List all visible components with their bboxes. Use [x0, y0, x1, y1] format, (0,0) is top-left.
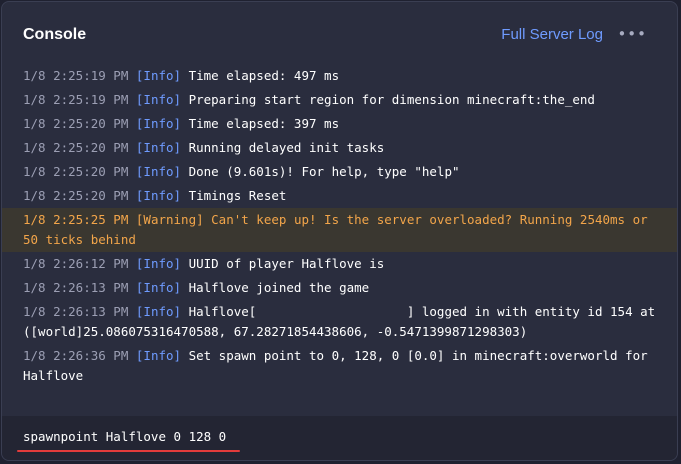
log-level-tag: [Info]: [135, 188, 182, 203]
log-level-tag: [Warning]: [135, 212, 204, 227]
log-line: 1/8 2:25:19 PM [Info] Time elapsed: 497 …: [2, 64, 677, 88]
log-timestamp: 1/8 2:26:12 PM: [23, 256, 129, 271]
log-timestamp: 1/8 2:25:25 PM: [23, 212, 129, 227]
log-timestamp: 1/8 2:26:13 PM: [23, 280, 129, 295]
command-input[interactable]: [23, 429, 643, 444]
log-level-tag: [Info]: [135, 164, 182, 179]
log-message: Running delayed init tasks: [188, 140, 385, 155]
log-level-tag: [Info]: [135, 140, 182, 155]
console-header: Console Full Server Log •••: [2, 2, 677, 64]
console-title: Console: [23, 26, 87, 43]
log-message: Done (9.601s)! For help, type "help": [188, 164, 460, 179]
log-line: 1/8 2:26:13 PM [Info] Halflove joined th…: [2, 276, 677, 300]
full-server-log-link[interactable]: Full Server Log: [501, 26, 603, 43]
log-timestamp: 1/8 2:25:19 PM: [23, 68, 129, 83]
log-message: Timings Reset: [188, 188, 287, 203]
log-timestamp: 1/8 2:26:13 PM: [23, 304, 129, 319]
log-level-tag: [Info]: [135, 68, 182, 83]
more-options-icon[interactable]: •••: [617, 25, 647, 43]
log-level-tag: [Info]: [135, 280, 182, 295]
command-input-area: [2, 416, 677, 460]
log-line: 1/8 2:25:19 PM [Info] Preparing start re…: [2, 88, 677, 112]
log-line: 1/8 2:25:20 PM [Info] Running delayed in…: [2, 136, 677, 160]
log-level-tag: [Info]: [135, 348, 182, 363]
log-line: 1/8 2:25:20 PM [Info] Timings Reset: [2, 184, 677, 208]
log-message: UUID of player Halflove is: [188, 256, 385, 271]
log-timestamp: 1/8 2:26:36 PM: [23, 348, 129, 363]
log-line: 1/8 2:26:12 PM [Info] UUID of player Hal…: [2, 252, 677, 276]
log-timestamp: 1/8 2:25:20 PM: [23, 140, 129, 155]
log-timestamp: 1/8 2:25:19 PM: [23, 92, 129, 107]
log-line-warning: 1/8 2:25:25 PM [Warning] Can't keep up! …: [2, 208, 677, 252]
log-level-tag: [Info]: [135, 116, 182, 131]
console-log: 1/8 2:25:19 PM [Info] Time elapsed: 497 …: [2, 64, 677, 416]
log-line: 1/8 2:25:20 PM [Info] Done (9.601s)! For…: [2, 160, 677, 184]
log-line: 1/8 2:25:20 PM [Info] Time elapsed: 397 …: [2, 112, 677, 136]
log-line: 1/8 2:26:36 PM [Info] Set spawn point to…: [2, 344, 677, 388]
log-timestamp: 1/8 2:25:20 PM: [23, 116, 129, 131]
log-message: Time elapsed: 397 ms: [188, 116, 340, 131]
log-level-tag: [Info]: [135, 256, 182, 271]
highlight-underline: [17, 450, 240, 452]
log-level-tag: [Info]: [135, 92, 182, 107]
log-timestamp: 1/8 2:25:20 PM: [23, 164, 129, 179]
log-message: Time elapsed: 497 ms: [188, 68, 340, 83]
log-line: 1/8 2:26:13 PM [Info] Halflove[ ] logged…: [2, 300, 677, 344]
log-message: Halflove joined the game: [188, 280, 370, 295]
log-level-tag: [Info]: [135, 304, 182, 319]
console-panel: Console Full Server Log ••• 1/8 2:25:19 …: [1, 1, 678, 461]
log-message: Preparing start region for dimension min…: [188, 92, 595, 107]
log-timestamp: 1/8 2:25:20 PM: [23, 188, 129, 203]
